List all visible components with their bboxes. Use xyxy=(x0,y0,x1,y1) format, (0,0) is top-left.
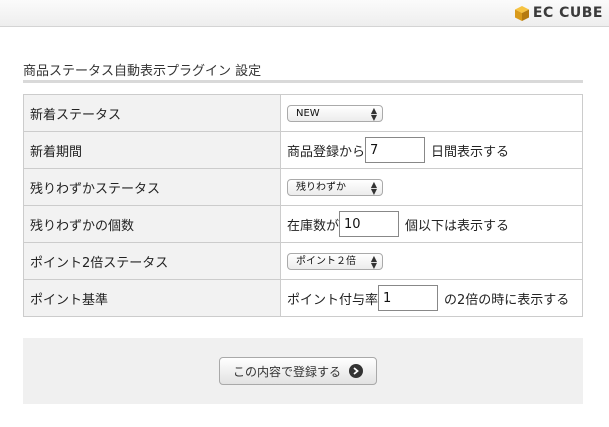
new-days-input[interactable] xyxy=(365,137,426,163)
row-label: 新着ステータス xyxy=(23,94,281,132)
row-label: 新着期間 xyxy=(23,131,281,169)
select-value: NEW xyxy=(296,107,320,119)
eccube-logo: EC CUBE xyxy=(514,3,603,23)
form-footer: この内容で登録する xyxy=(23,338,583,404)
row-value: NEW ▲ ▼ xyxy=(280,94,583,132)
select-value: ポイント２倍 xyxy=(296,255,356,267)
table-row: 新着ステータス NEW ▲ ▼ xyxy=(23,94,583,132)
submit-label: この内容で登録する xyxy=(232,364,341,379)
select-arrows-icon: ▲ ▼ xyxy=(370,179,377,196)
settings-table: 新着ステータス NEW ▲▼ 新着期間 商品登録から 日間表示する 残りわずかステ… xyxy=(23,94,583,317)
row-label: 残りわずかステータス xyxy=(23,168,281,206)
row-value: ポイント付与率 の2倍の時に表示する xyxy=(280,279,583,317)
select-arrows-icon: ▲ ▼ xyxy=(370,253,377,270)
row-value: 商品登録から 日間表示する xyxy=(280,131,583,169)
page-title: 商品ステータス自動表示プラグイン 設定 xyxy=(23,64,262,79)
top-bar: EC CUBE xyxy=(0,0,609,27)
table-row: ポイント基準 ポイント付与率 の2倍の時に表示する xyxy=(23,279,583,317)
table-row: ポイント2倍ステータス ポイント２倍 ▲ ▼ xyxy=(23,242,583,280)
table-row: 新着期間 商品登録から 日間表示する xyxy=(23,131,583,169)
title-divider xyxy=(23,80,583,83)
field-suffix: の2倍の時に表示する xyxy=(444,292,570,308)
row-label: 残りわずかの個数 xyxy=(23,205,281,243)
stock-count-input[interactable] xyxy=(339,211,400,237)
arrow-right-icon xyxy=(349,364,363,378)
field-suffix: 日間表示する xyxy=(431,144,510,160)
point-double-status-select[interactable]: ポイント２倍 ▲ ▼ xyxy=(287,252,383,270)
row-value: ポイント２倍 ▲ ▼ xyxy=(280,242,583,280)
submit-button[interactable]: この内容で登録する xyxy=(219,357,377,385)
row-value: 在庫数が 個以下は表示する xyxy=(280,205,583,243)
table-row: 残りわずかステータス 残りわずか ▲ ▼ xyxy=(23,168,583,206)
cube-icon xyxy=(514,5,529,21)
field-prefix: 商品登録から xyxy=(287,144,366,160)
logo-text: EC CUBE xyxy=(532,5,603,21)
row-value: 残りわずか ▲ ▼ xyxy=(280,168,583,206)
table-row: 残りわずかの個数 在庫数が 個以下は表示する xyxy=(23,205,583,243)
field-prefix: 在庫数が xyxy=(287,218,340,234)
new-status-select[interactable]: NEW ▲ ▼ xyxy=(287,104,383,122)
field-prefix: ポイント付与率 xyxy=(287,292,379,308)
low-stock-status-select[interactable]: 残りわずか ▲ ▼ xyxy=(287,178,383,196)
select-value: 残りわずか xyxy=(296,181,346,193)
select-arrows-icon: ▲ ▼ xyxy=(370,105,377,122)
row-label: ポイント基準 xyxy=(23,279,281,317)
point-rate-input[interactable] xyxy=(378,285,439,311)
field-suffix: 個以下は表示する xyxy=(405,218,510,234)
row-label: ポイント2倍ステータス xyxy=(23,242,281,280)
